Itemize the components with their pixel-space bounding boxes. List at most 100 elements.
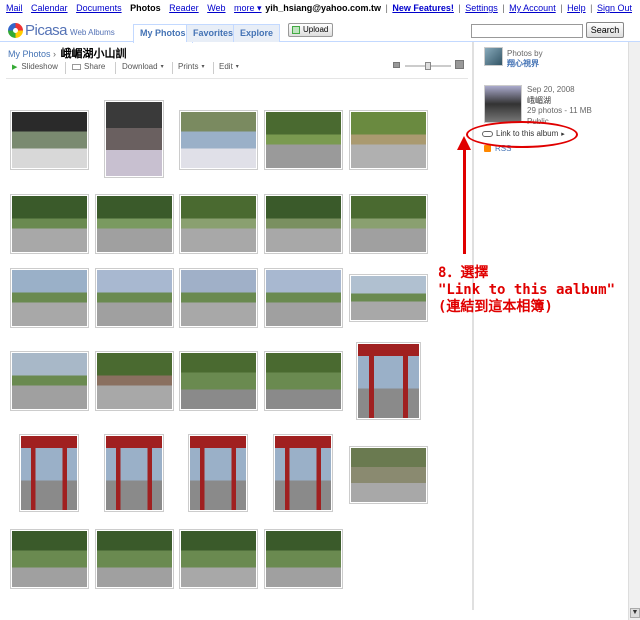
help-link[interactable]: Help — [567, 3, 586, 13]
photo-thumbnail[interactable] — [10, 110, 89, 170]
share-label: Share — [84, 62, 106, 71]
photo-thumbnail[interactable] — [188, 434, 248, 512]
album-size: 29 photos - 11 MB — [527, 106, 592, 115]
photo-image — [351, 112, 426, 168]
search-input[interactable] — [471, 24, 583, 38]
owner-link[interactable]: 翔心視界 — [507, 58, 539, 69]
chevron-down-icon: ▾ — [235, 64, 239, 70]
tab-explore[interactable]: Explore — [233, 24, 281, 42]
picasa-header: Picasa Web Albums My Photos Favorites Ex… — [0, 18, 640, 43]
photo-image — [97, 353, 172, 409]
photo-image — [266, 353, 341, 409]
photo-thumbnail[interactable] — [10, 194, 89, 254]
photo-image — [106, 102, 162, 176]
prints-menu[interactable]: Prints ▾ — [178, 62, 204, 71]
photo-thumbnail[interactable] — [95, 351, 174, 411]
nav-reader-link[interactable]: Reader — [169, 3, 199, 13]
photo-thumbnail[interactable] — [179, 268, 258, 328]
photo-image — [12, 112, 87, 168]
photo-image — [351, 276, 426, 320]
photo-thumbnail[interactable] — [264, 268, 343, 328]
photo-thumbnail[interactable] — [179, 194, 258, 254]
separator: | — [590, 3, 593, 13]
photo-thumbnail[interactable] — [349, 194, 428, 254]
photo-image — [12, 196, 87, 252]
photo-image — [190, 436, 246, 510]
photo-thumbnail[interactable] — [95, 268, 174, 328]
envelope-icon — [72, 63, 81, 70]
upload-label: Upload — [303, 25, 329, 34]
search-button[interactable]: Search — [586, 22, 624, 38]
new-features-link[interactable]: New Features! — [392, 3, 454, 13]
slideshow-button[interactable]: ▶ Slideshow — [12, 62, 58, 71]
tab-my-photos[interactable]: My Photos — [133, 24, 193, 43]
nav-documents-link[interactable]: Documents — [76, 3, 122, 13]
nav-more-link[interactable]: more ▾ — [234, 3, 262, 13]
settings-link[interactable]: Settings — [465, 3, 498, 13]
annotation-translation: (連結到這本相簿) — [438, 299, 553, 315]
nav-web-link[interactable]: Web — [207, 3, 225, 13]
photo-thumbnail[interactable] — [349, 446, 428, 504]
tab-favorites[interactable]: Favorites — [186, 24, 241, 42]
photo-thumbnail[interactable] — [179, 110, 258, 170]
annotation-step: 8．選擇 — [438, 265, 489, 281]
slider-handle[interactable] — [425, 62, 431, 70]
album-date: Sep 20, 2008 — [527, 85, 575, 94]
photo-image — [97, 531, 172, 587]
album-cover-thumbnail — [484, 85, 522, 123]
account-email: yih_hsiang@yahoo.com.tw — [265, 3, 381, 13]
photo-thumbnail[interactable] — [10, 351, 89, 411]
annotation-arrow-shaft — [463, 146, 466, 254]
toolbar-divider — [172, 62, 173, 74]
photo-thumbnail[interactable] — [10, 529, 89, 589]
photo-image — [181, 353, 256, 409]
photo-thumbnail[interactable] — [264, 351, 343, 411]
photo-image — [266, 531, 341, 587]
photo-thumbnail[interactable] — [95, 529, 174, 589]
photo-thumbnail[interactable] — [264, 110, 343, 170]
photo-thumbnail[interactable] — [264, 194, 343, 254]
nav-calendar-link[interactable]: Calendar — [31, 3, 68, 13]
edit-menu[interactable]: Edit ▾ — [219, 62, 239, 71]
photo-thumbnail[interactable] — [273, 434, 333, 512]
photo-thumbnail[interactable] — [104, 100, 164, 178]
download-menu[interactable]: Download ▾ — [122, 62, 164, 71]
photo-thumbnail[interactable] — [10, 268, 89, 328]
photo-thumbnail[interactable] — [264, 529, 343, 589]
photo-thumbnail[interactable] — [104, 434, 164, 512]
photo-image — [106, 436, 162, 510]
account-links: yih_hsiang@yahoo.com.tw | New Features! … — [265, 3, 632, 13]
scroll-down-arrow-icon[interactable]: ▼ — [630, 608, 640, 618]
small-thumbnail-icon — [393, 62, 400, 68]
sign-out-link[interactable]: Sign Out — [597, 3, 632, 13]
my-account-link[interactable]: My Account — [509, 3, 556, 13]
album-title: 峨嵋湖小山訓 — [60, 48, 127, 60]
breadcrumb-my-photos[interactable]: My Photos — [8, 49, 51, 59]
edit-label: Edit — [219, 62, 233, 71]
toolbar-divider — [213, 62, 214, 74]
separator: | — [458, 3, 461, 13]
photo-image — [12, 270, 87, 326]
photo-thumbnail[interactable] — [349, 274, 428, 322]
page-scrollbar[interactable]: ▼ — [628, 42, 640, 620]
photo-thumbnail[interactable] — [349, 110, 428, 170]
photo-thumbnail[interactable] — [179, 529, 258, 589]
nav-mail-link[interactable]: Mail — [6, 3, 23, 13]
photo-image — [351, 448, 426, 502]
share-button[interactable]: Share — [72, 62, 105, 71]
owner-avatar[interactable] — [484, 47, 503, 66]
photo-image — [181, 112, 256, 168]
photo-thumbnail[interactable] — [19, 434, 79, 512]
toolbar-divider — [65, 62, 66, 74]
photo-thumbnail[interactable] — [356, 342, 421, 420]
thumbnail-size-slider[interactable] — [393, 60, 465, 72]
google-top-bar: Mail Calendar Documents Photos Reader We… — [0, 0, 640, 16]
picasa-logo[interactable]: Picasa Web Albums — [8, 21, 115, 39]
photo-thumbnail[interactable] — [95, 194, 174, 254]
toolbar-divider — [6, 78, 468, 79]
upload-button[interactable]: Upload — [288, 23, 334, 37]
photo-image — [181, 270, 256, 326]
photo-image — [12, 531, 87, 587]
picasa-brand: Picasa — [25, 21, 68, 39]
photo-thumbnail[interactable] — [179, 351, 258, 411]
